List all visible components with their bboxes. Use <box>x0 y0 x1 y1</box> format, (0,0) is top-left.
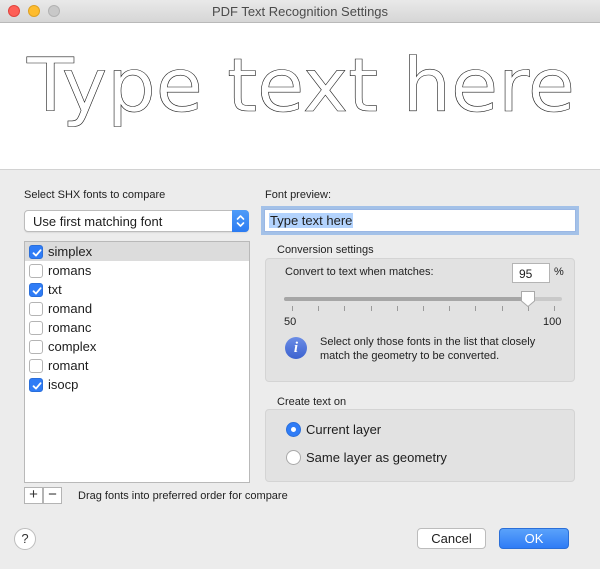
font-checkbox[interactable] <box>29 359 43 373</box>
add-font-button[interactable]: + <box>24 487 43 504</box>
conversion-settings-label: Conversion settings <box>277 244 374 256</box>
convert-threshold-label: Convert to text when matches: <box>285 266 434 278</box>
checkmark-icon <box>32 287 42 295</box>
slider-tick <box>475 306 477 311</box>
same-layer-label[interactable]: Same layer as geometry <box>306 450 447 465</box>
slider-tick <box>423 306 424 311</box>
create-text-on-label: Create text on <box>277 396 347 408</box>
slider-tick <box>396 306 398 311</box>
font-list-row[interactable]: isocp <box>25 375 249 394</box>
font-list-row[interactable]: romant <box>25 356 249 375</box>
slider-tick <box>318 306 320 311</box>
font-name: romand <box>48 301 93 316</box>
font-preview-label: Font preview: <box>265 189 332 201</box>
slider-tick <box>370 306 372 311</box>
same-layer-radio[interactable] <box>286 450 301 465</box>
match-mode-value: Use first matching font <box>33 214 163 229</box>
preview-text-graphic: Type text here <box>26 43 576 130</box>
chevron-updown-icon <box>232 210 249 232</box>
ok-button[interactable]: OK <box>499 528 569 549</box>
font-list-row[interactable]: txt <box>25 280 249 299</box>
font-checkbox[interactable] <box>29 340 43 354</box>
drag-hint: Drag fonts into preferred order for comp… <box>78 490 288 502</box>
font-list-row[interactable]: romanc <box>25 318 249 337</box>
match-mode-popup[interactable]: Use first matching font <box>24 210 249 232</box>
slider-tick <box>449 306 451 311</box>
font-checkbox[interactable] <box>29 378 43 392</box>
percent-sign: % <box>554 266 564 278</box>
font-list-row[interactable]: simplex <box>25 242 249 261</box>
slider-tick <box>344 306 346 311</box>
font-name: complex <box>48 339 97 354</box>
font-list-row[interactable]: romans <box>25 261 249 280</box>
font-checkbox[interactable] <box>29 264 43 278</box>
checkmark-icon <box>32 382 42 390</box>
font-name: romanc <box>48 320 92 335</box>
match-slider-knob[interactable] <box>520 290 536 308</box>
remove-font-button[interactable]: − <box>43 487 62 504</box>
font-name: isocp <box>48 377 79 392</box>
font-preview-input[interactable]: Type text here <box>264 209 576 232</box>
font-list-row[interactable]: romand <box>25 299 249 318</box>
slider-tick <box>292 306 293 311</box>
font-checkbox[interactable] <box>29 283 43 297</box>
slider-tick <box>554 306 555 311</box>
match-slider-fill <box>284 297 528 301</box>
font-preview-canvas: Type text here <box>0 23 600 170</box>
create-text-group <box>265 409 575 482</box>
font-list-row[interactable]: complex <box>25 337 249 356</box>
slider-min-label: 50 <box>284 316 297 328</box>
font-checkbox[interactable] <box>29 321 43 335</box>
font-checkbox[interactable] <box>29 302 43 316</box>
cancel-button[interactable]: Cancel <box>417 528 486 549</box>
window-title: PDF Text Recognition Settings <box>211 4 389 19</box>
font-list[interactable]: simplex romans txt romand romanc complex roman… <box>24 241 250 483</box>
font-name: simplex <box>48 244 93 259</box>
font-preview-input-value: Type text here <box>269 213 354 228</box>
current-layer-radio[interactable] <box>286 422 301 437</box>
font-name: txt <box>48 282 62 297</box>
info-text: Select only those fonts in the list that… <box>320 336 536 362</box>
current-layer-label[interactable]: Current layer <box>306 422 381 437</box>
preview-text: Type text here <box>26 43 575 129</box>
slider-tick <box>501 306 503 311</box>
font-checkbox[interactable] <box>29 245 43 259</box>
font-name: romant <box>48 358 89 373</box>
info-icon: i <box>285 337 307 359</box>
match-percent-value: 95 <box>519 267 533 281</box>
match-percent-input[interactable]: 95 <box>512 263 550 283</box>
slider-max-label: 100 <box>543 316 562 328</box>
help-button[interactable]: ? <box>14 528 36 550</box>
select-fonts-label: Select SHX fonts to compare <box>24 189 166 201</box>
checkmark-icon <box>32 249 42 257</box>
font-name: romans <box>48 263 92 278</box>
